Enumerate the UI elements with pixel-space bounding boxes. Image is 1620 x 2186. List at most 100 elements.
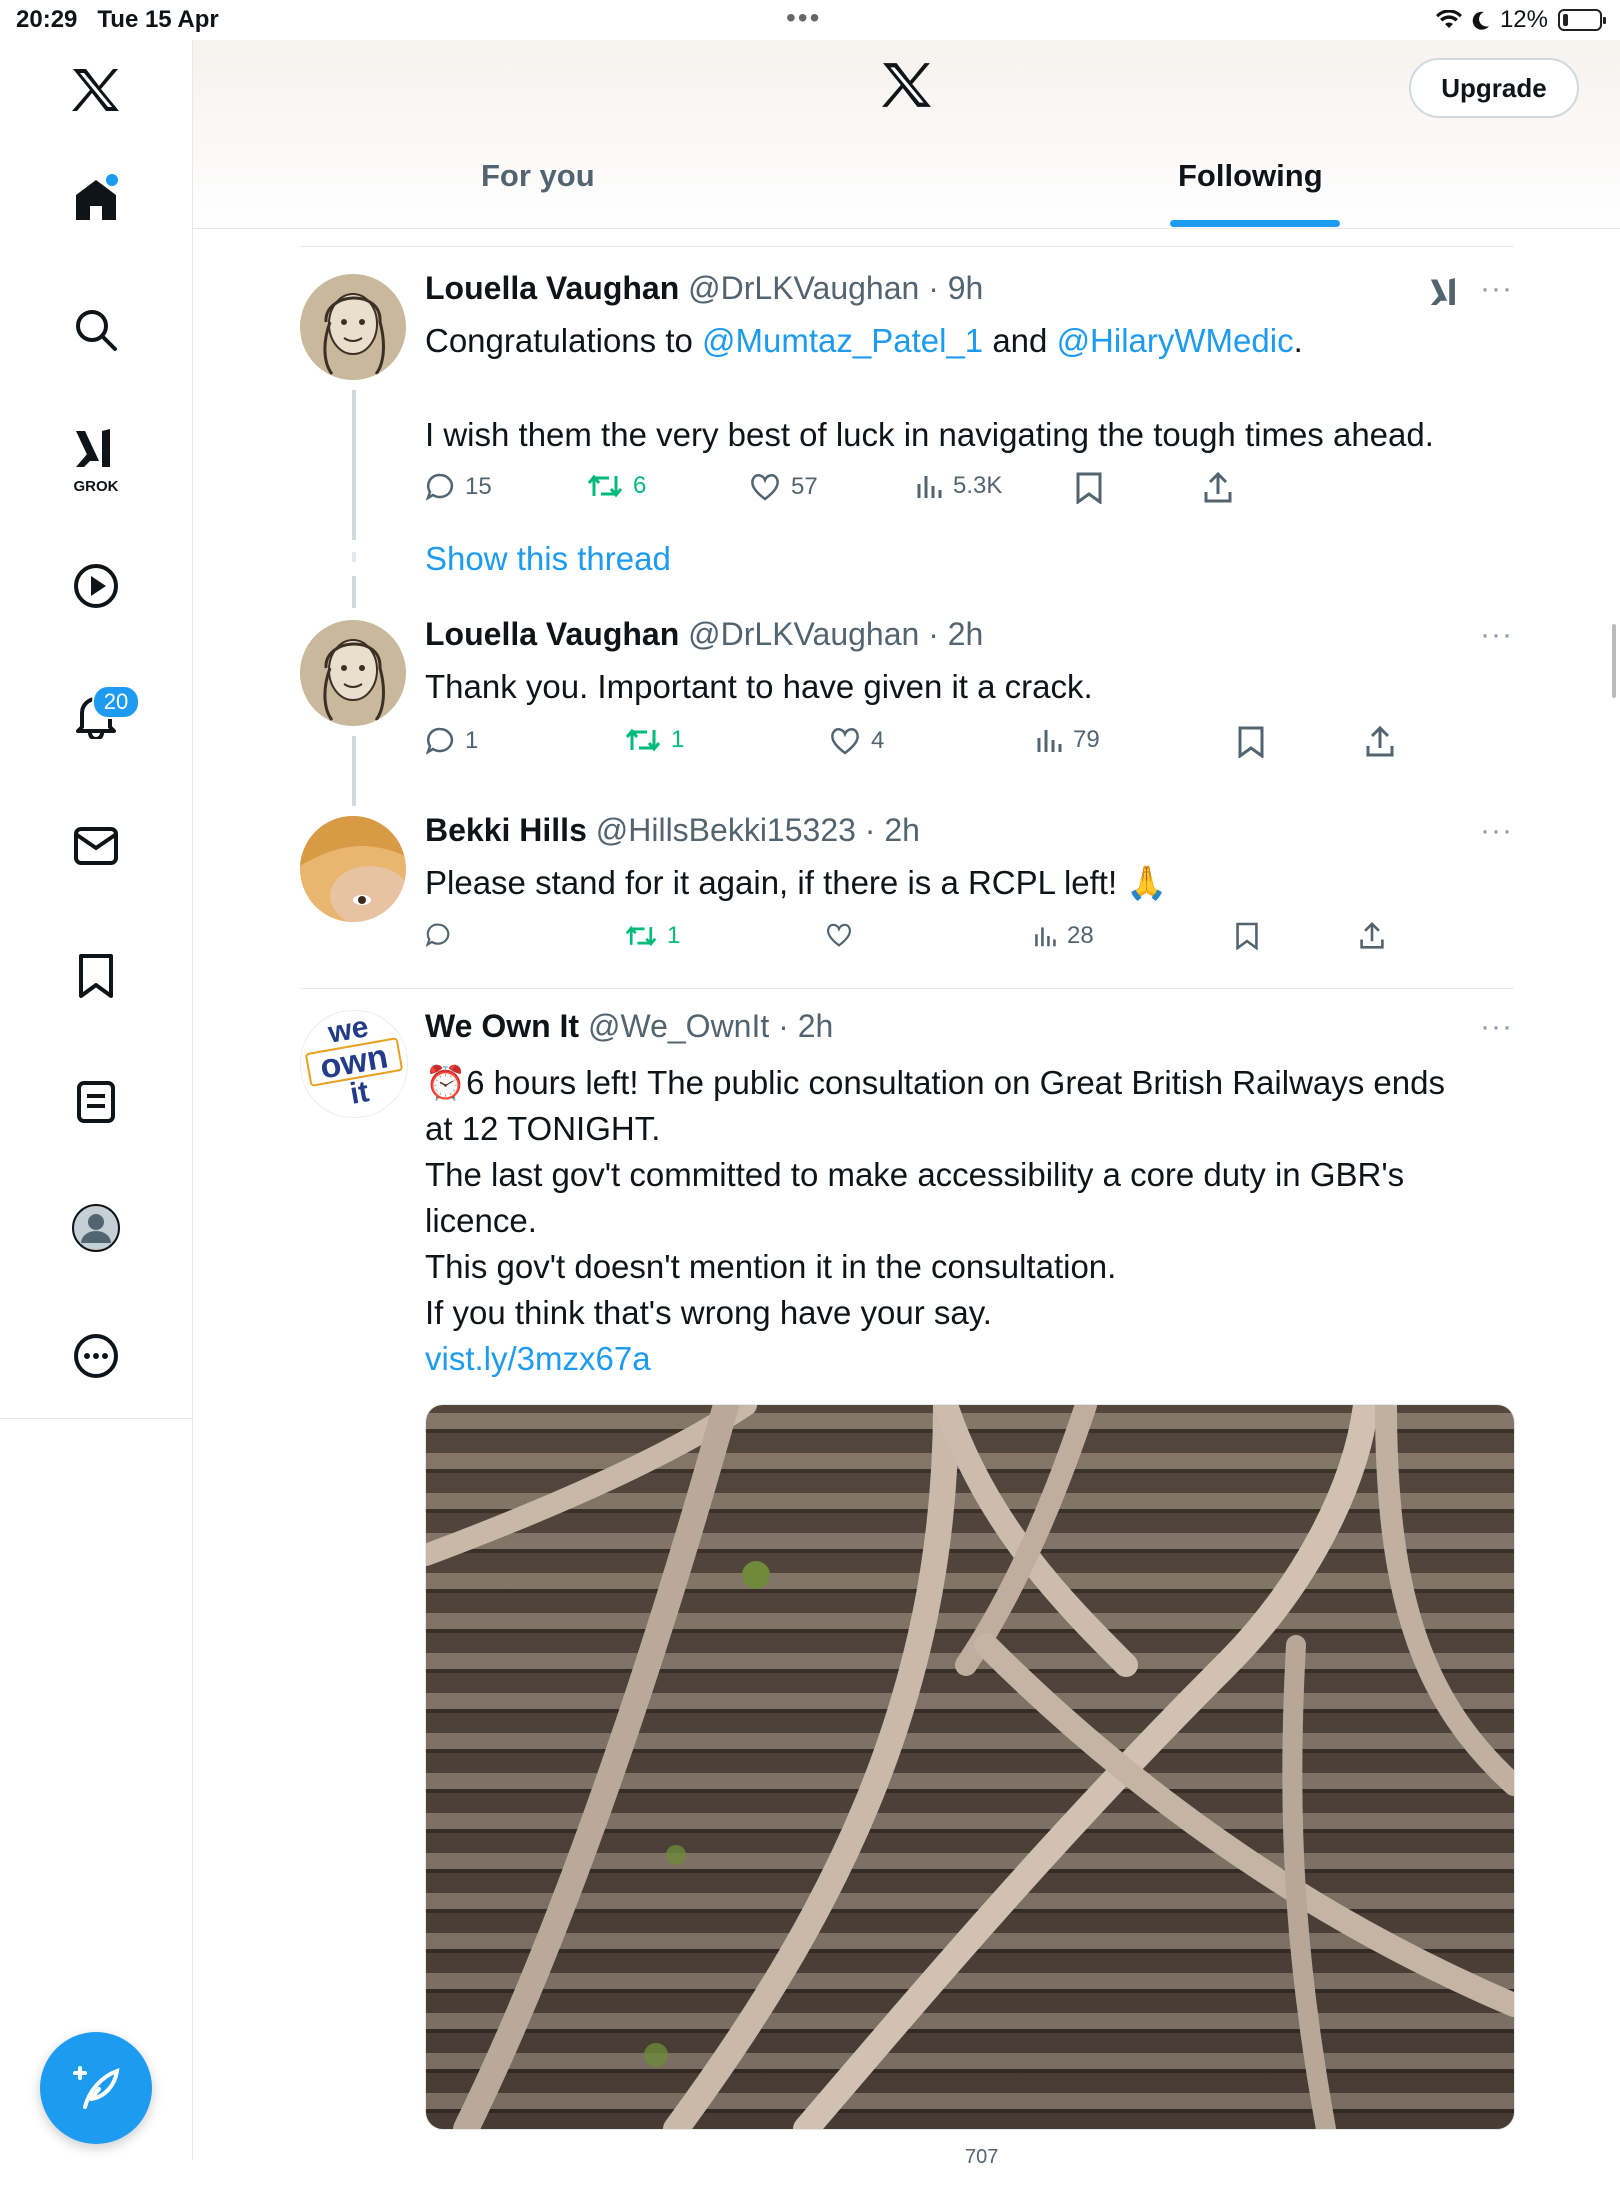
avatar[interactable] bbox=[300, 816, 406, 922]
reply-icon bbox=[425, 473, 454, 501]
author-name[interactable]: Bekki Hills bbox=[425, 812, 587, 848]
status-bar: 20:29 Tue 15 Apr ••• 12% bbox=[0, 0, 1620, 40]
post-header: Louella Vaughan @DrLKVaughan · 2h bbox=[425, 616, 984, 652]
post-more-button[interactable]: ··· bbox=[1480, 272, 1513, 306]
bookmark-button[interactable] bbox=[1237, 726, 1265, 758]
post-actions: 15 6 57 5.3K bbox=[425, 472, 1525, 512]
x-logo-center[interactable] bbox=[881, 60, 933, 115]
sidebar-item-bookmarks[interactable] bbox=[46, 926, 146, 1026]
multitask-dots[interactable]: ••• bbox=[786, 2, 821, 34]
avatar-sketch-icon bbox=[300, 274, 406, 380]
views-button[interactable]: 79 bbox=[1035, 726, 1100, 754]
views-button[interactable]: 707 bbox=[965, 2146, 998, 2169]
bookmark-icon bbox=[79, 954, 113, 998]
list-icon bbox=[77, 1081, 115, 1123]
timeline-header: Upgrade For you Following bbox=[193, 40, 1620, 229]
sidebar-item-video[interactable] bbox=[46, 536, 146, 636]
more-circle-icon bbox=[74, 1334, 118, 1378]
author-handle[interactable]: @We_OwnIt bbox=[588, 1008, 769, 1044]
author-name[interactable]: Louella Vaughan bbox=[425, 616, 679, 652]
heart-icon bbox=[826, 923, 852, 947]
reply-button[interactable]: 15 bbox=[425, 472, 492, 502]
bookmark-icon bbox=[1236, 922, 1258, 950]
post-text-line: I wish them the very best of luck in nav… bbox=[425, 416, 1434, 453]
share-icon bbox=[1360, 922, 1384, 949]
avatar-sketch-icon bbox=[300, 620, 406, 726]
post-more-button[interactable]: ··· bbox=[1480, 1010, 1513, 1044]
post-text-line: This gov't doesn't mention it in the con… bbox=[425, 1248, 1117, 1285]
grok-icon bbox=[1430, 278, 1455, 306]
post-time[interactable]: 9h bbox=[948, 270, 984, 306]
repost-button[interactable]: 1 bbox=[625, 726, 684, 754]
active-tab-indicator bbox=[1170, 220, 1340, 227]
post-text-line: ⏰6 hours left! The public consultation o… bbox=[425, 1064, 1445, 1101]
reply-button[interactable]: 1 bbox=[425, 726, 478, 756]
views-button[interactable]: 28 bbox=[1033, 922, 1094, 950]
post-text-line: The last gov't committed to make accessi… bbox=[425, 1156, 1405, 1193]
like-button[interactable]: 4 bbox=[829, 726, 884, 756]
home-unread-dot bbox=[106, 174, 118, 186]
avatar[interactable]: we own it bbox=[300, 1010, 408, 1118]
grok-post-button[interactable] bbox=[1428, 276, 1462, 315]
share-button[interactable] bbox=[1359, 922, 1385, 950]
post-time[interactable]: 2h bbox=[884, 812, 920, 848]
avatar[interactable] bbox=[300, 274, 406, 380]
x-logo[interactable] bbox=[46, 40, 146, 140]
thread-line bbox=[352, 576, 356, 608]
author-handle[interactable]: @DrLKVaughan bbox=[688, 616, 919, 652]
avatar[interactable] bbox=[300, 620, 406, 726]
mention-link[interactable]: @HilaryWMedic bbox=[1057, 322, 1294, 359]
avatar-logo-text: we own it bbox=[301, 1011, 407, 1117]
analytics-icon bbox=[917, 476, 942, 498]
search-icon bbox=[76, 310, 117, 351]
bookmark-icon bbox=[1076, 472, 1102, 504]
x-logo-icon bbox=[882, 63, 931, 107]
compose-post-button[interactable] bbox=[40, 2032, 152, 2144]
repost-icon bbox=[625, 925, 657, 947]
analytics-icon bbox=[1037, 730, 1062, 752]
repost-button[interactable]: 6 bbox=[587, 472, 646, 500]
post-more-button[interactable]: ··· bbox=[1480, 814, 1513, 848]
post-link[interactable]: vist.ly/3mzx67a bbox=[425, 1336, 1510, 1382]
share-button[interactable] bbox=[1365, 726, 1395, 758]
post-time[interactable]: 2h bbox=[948, 616, 984, 652]
share-button[interactable] bbox=[1203, 472, 1233, 504]
post-image[interactable] bbox=[425, 1404, 1515, 2130]
sidebar-item-lists[interactable] bbox=[46, 1052, 146, 1152]
mention-link[interactable]: @Mumtaz_Patel_1 bbox=[702, 322, 983, 359]
sidebar-item-home[interactable] bbox=[46, 150, 146, 250]
repost-button[interactable]: 1 bbox=[625, 922, 680, 950]
thread-line-dotted bbox=[352, 552, 356, 562]
views-button[interactable]: 5.3K bbox=[915, 472, 1002, 500]
upgrade-button[interactable]: Upgrade bbox=[1409, 58, 1579, 118]
post-more-button[interactable]: ··· bbox=[1480, 618, 1513, 652]
scroll-indicator[interactable] bbox=[1612, 624, 1616, 698]
post-header: Louella Vaughan @DrLKVaughan · 9h bbox=[425, 270, 984, 306]
wifi-icon bbox=[1435, 10, 1462, 28]
bookmark-button[interactable] bbox=[1075, 472, 1103, 504]
compose-feather-icon bbox=[73, 2066, 120, 2109]
sidebar-item-search[interactable] bbox=[46, 280, 146, 380]
thread-line bbox=[352, 736, 356, 806]
sidebar-item-messages[interactable] bbox=[46, 796, 146, 896]
status-time: 20:29 Tue 15 Apr bbox=[16, 6, 219, 33]
post-time[interactable]: 2h bbox=[798, 1008, 834, 1044]
bookmark-button[interactable] bbox=[1235, 922, 1259, 950]
reply-icon bbox=[425, 923, 450, 947]
feed-divider bbox=[300, 246, 1514, 247]
reply-icon bbox=[425, 727, 454, 755]
post-text: Thank you. Important to have given it a … bbox=[425, 668, 1093, 705]
feed-divider bbox=[300, 988, 1514, 989]
show-thread-link[interactable]: Show this thread bbox=[425, 540, 671, 578]
tab-for-you[interactable]: For you bbox=[481, 158, 595, 194]
author-name[interactable]: We Own It bbox=[425, 1008, 579, 1044]
author-name[interactable]: Louella Vaughan bbox=[425, 270, 679, 306]
reply-button[interactable] bbox=[425, 922, 461, 948]
sidebar-item-more[interactable] bbox=[46, 1306, 146, 1406]
like-button[interactable] bbox=[825, 922, 863, 948]
author-handle[interactable]: @HillsBekki15323 bbox=[596, 812, 856, 848]
sidebar-item-profile[interactable] bbox=[46, 1178, 146, 1278]
like-button[interactable]: 57 bbox=[749, 472, 818, 502]
tab-following[interactable]: Following bbox=[1178, 158, 1323, 194]
author-handle[interactable]: @DrLKVaughan bbox=[688, 270, 919, 306]
